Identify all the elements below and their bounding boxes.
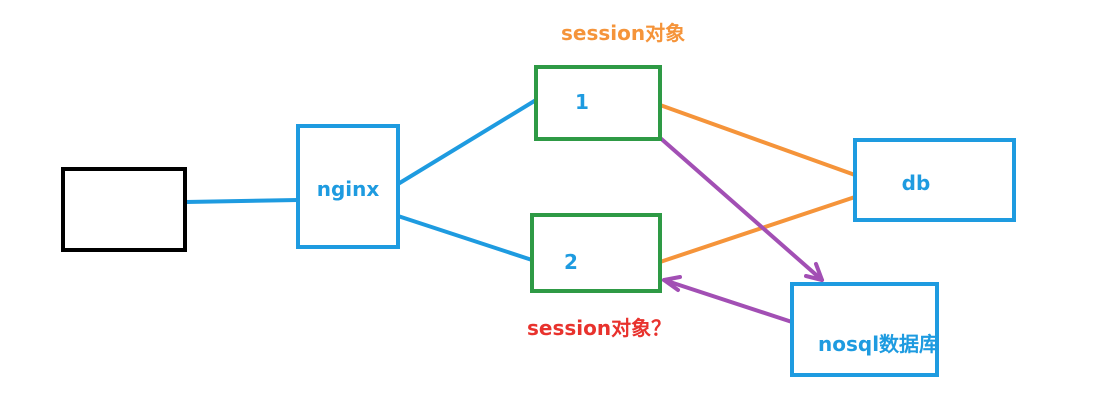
session-top-annotation: session对象	[561, 21, 685, 45]
server1-to-nosql-arrow	[656, 134, 824, 282]
server2-to-db-line	[658, 195, 857, 264]
server2-label: 2	[564, 250, 578, 274]
db-box	[853, 138, 1016, 222]
session-architecture-diagram: nginx 1 2 db nosql数据库 session对象 session对…	[61, 21, 1016, 377]
nosql-label: nosql数据库	[818, 332, 939, 356]
nosql-box	[790, 282, 939, 377]
server1-box	[534, 65, 662, 141]
server1-label: 1	[575, 90, 589, 114]
session-bottom-annotation: session对象？	[527, 316, 671, 340]
nginx-to-server1-line	[396, 98, 538, 186]
server2-box	[530, 213, 662, 293]
nosql-to-server2-arrow	[662, 278, 794, 324]
nginx-label: nginx	[317, 177, 380, 201]
client-box	[61, 167, 187, 252]
connectors	[184, 98, 857, 324]
nginx-to-server2-line	[396, 214, 534, 262]
client-to-nginx-line	[184, 198, 300, 204]
db-label: db	[902, 171, 931, 195]
